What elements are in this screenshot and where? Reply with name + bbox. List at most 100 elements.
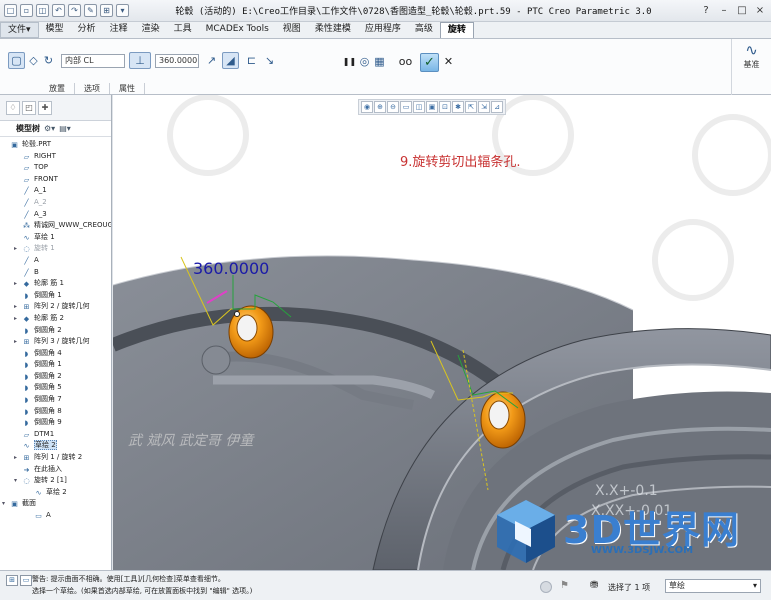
tree-node[interactable]: ▸ ◆ 轮廓 筋 1 — [0, 278, 111, 290]
tree-node[interactable]: ▭ A — [0, 510, 111, 522]
tree-node[interactable]: ◗ 倒圆角 8 — [0, 406, 111, 418]
angle-dimension[interactable]: 360.0000 — [193, 259, 269, 278]
perspective-icon[interactable]: ⊿ — [491, 101, 503, 113]
tree-node[interactable]: ▣ 轮毂.PRT — [0, 139, 111, 151]
tab-flexible-modeling[interactable]: 柔性建模 — [308, 22, 358, 38]
display-style-icon[interactable]: ▣ — [426, 101, 438, 113]
tree-node[interactable]: ⁂ 精诚网_WWW_CREOUG_COM — [0, 220, 111, 232]
tree-node[interactable]: ◗ 倒圆角 1 — [0, 359, 111, 371]
tree-node[interactable]: ∿ 草绘 1 — [0, 232, 111, 244]
help-icon[interactable]: ? — [698, 4, 714, 18]
tab-properties[interactable]: 属性 — [110, 83, 145, 94]
thicken-icon[interactable]: ⊏ — [243, 52, 260, 69]
tab-file[interactable]: 文件▾ — [0, 22, 39, 38]
ok-button[interactable]: ✓ — [420, 53, 439, 72]
settings-icon[interactable]: ⚙▾ — [44, 124, 55, 133]
tab-mcadex[interactable]: MCADEx Tools — [199, 22, 276, 38]
expand-toggle-icon[interactable]: ▸ — [12, 313, 19, 325]
flip-direction-icon[interactable]: ↗ — [203, 52, 220, 69]
tree-node[interactable]: ▱ TOP — [0, 162, 111, 174]
expand-toggle-icon[interactable]: ▸ — [12, 301, 19, 313]
annotation-display-icon[interactable]: ⇱ — [465, 101, 477, 113]
filter-dropdown[interactable]: 草绘 ▾ — [665, 579, 761, 593]
tree-node[interactable]: ∿ 草绘 2 — [0, 487, 111, 499]
repaint-icon[interactable]: ▭ — [400, 101, 412, 113]
show-icon[interactable]: ▤▾ — [59, 124, 71, 133]
cancel-button[interactable]: ✕ — [440, 53, 457, 70]
undo-icon[interactable]: ↶ — [52, 4, 65, 17]
view-manager-icon[interactable]: ⊡ — [439, 101, 451, 113]
tab-options[interactable]: 选项 — [75, 83, 110, 94]
tree-node[interactable]: ◗ 倒圆角 2 — [0, 371, 111, 383]
tree-node[interactable]: ▱ RIGHT — [0, 151, 111, 163]
tree-node[interactable]: ◗ 倒圆角 1 — [0, 290, 111, 302]
verify-icon[interactable]: oo — [397, 53, 414, 70]
new-file-icon[interactable]: □ — [4, 4, 17, 17]
angle-type-icon[interactable]: ⊥ — [129, 52, 151, 69]
tree-node[interactable]: ➜ 在此插入 — [0, 464, 111, 476]
status-icon-2[interactable]: ▭ — [20, 575, 32, 586]
axis-icon[interactable]: ↻ — [40, 52, 57, 69]
tree-node[interactable]: ◗ 倒圆角 9 — [0, 417, 111, 429]
expand-toggle-icon[interactable]: ▾ — [12, 475, 19, 487]
angle-input[interactable]: 360.0000 — [155, 54, 199, 68]
preview-icon[interactable]: ▦ — [371, 53, 388, 70]
tree-node[interactable]: ╱ A_2 — [0, 197, 111, 209]
datum-display-icon[interactable]: ✱ — [452, 101, 464, 113]
maximize-button[interactable]: □ — [734, 4, 750, 18]
folder-browser-tab-icon[interactable]: ◰ — [22, 100, 36, 115]
status-icon-1[interactable]: ⊞ — [6, 575, 18, 586]
tree-node[interactable]: ▱ FRONT — [0, 174, 111, 186]
close-button[interactable]: × — [752, 4, 768, 18]
expand-toggle-icon[interactable]: ▸ — [12, 243, 19, 255]
axis-field[interactable]: 内部 CL — [61, 54, 125, 68]
tree-node[interactable]: ▸ ⊞ 阵列 3 / 旋转几何 — [0, 336, 111, 348]
minimize-button[interactable]: – — [716, 4, 732, 18]
solid-icon[interactable]: ▢ — [8, 52, 25, 69]
graphics-area[interactable]: ◉ ⊕ ⊖ ▭ ◫ ▣ ⊡ ✱ ⇱ ⇲ ⊿ 9.旋转剪切出辐条孔. 360.00… — [113, 95, 771, 570]
refit-icon[interactable]: ◉ — [361, 101, 373, 113]
tree-node[interactable]: ▸ ◆ 轮廓 筋 2 — [0, 313, 111, 325]
tab-annotate[interactable]: 注释 — [103, 22, 135, 38]
tree-node[interactable]: ∿ 草绘 2 — [0, 440, 111, 452]
open-file-icon[interactable]: ▫ — [20, 4, 33, 17]
expand-toggle-icon[interactable]: ▸ — [12, 452, 19, 464]
tree-node[interactable]: ╱ B — [0, 267, 111, 279]
saved-views-icon[interactable]: ◫ — [413, 101, 425, 113]
datum-label[interactable]: 基准 — [732, 59, 771, 70]
smart-selection-icon[interactable]: ⛃ — [590, 580, 598, 591]
redo-icon[interactable]: ↷ — [68, 4, 81, 17]
tab-tools[interactable]: 工具 — [167, 22, 199, 38]
tab-applications[interactable]: 应用程序 — [358, 22, 408, 38]
tab-advanced[interactable]: 高级 — [408, 22, 440, 38]
tree-node[interactable]: ▸ ⊞ 阵列 2 / 旋转几何 — [0, 301, 111, 313]
zoom-in-icon[interactable]: ⊕ — [374, 101, 386, 113]
flag-icon[interactable]: ⚑ — [560, 580, 569, 591]
favorites-tab-icon[interactable]: ✚ — [38, 100, 52, 115]
spin-center-icon[interactable]: ⇲ — [478, 101, 490, 113]
model-tree-tab-icon[interactable]: ♢ — [6, 100, 20, 115]
remove-material-icon[interactable]: ◢ — [222, 52, 239, 69]
regenerate-icon[interactable]: ✎ — [84, 4, 97, 17]
flip-material-icon[interactable]: ↘ — [261, 52, 278, 69]
customize-dropdown-icon[interactable]: ▾ — [116, 4, 129, 17]
tab-revolve[interactable]: 旋转 — [439, 22, 474, 38]
tree-node[interactable]: ▾ ▣ 截面 — [0, 498, 111, 510]
tab-view[interactable]: 视图 — [276, 22, 308, 38]
tab-render[interactable]: 渲染 — [135, 22, 167, 38]
tree-node[interactable]: ◗ 倒圆角 5 — [0, 382, 111, 394]
expand-toggle-icon[interactable]: ▾ — [0, 498, 7, 510]
expand-toggle-icon[interactable]: ▸ — [12, 336, 19, 348]
tab-placement[interactable]: 放置 — [40, 83, 75, 94]
tree-node[interactable]: ▱ DTM1 — [0, 429, 111, 441]
tree-node[interactable]: ◗ 倒圆角 7 — [0, 394, 111, 406]
tree-node[interactable]: ◗ 倒圆角 4 — [0, 348, 111, 360]
tree-node[interactable]: ▾ ◌ 旋转 2 [1] — [0, 475, 111, 487]
tree-node[interactable]: ◗ 倒圆角 2 — [0, 325, 111, 337]
tab-analysis[interactable]: 分析 — [71, 22, 103, 38]
expand-toggle-icon[interactable]: ▸ — [12, 278, 19, 290]
tree-node[interactable]: ╱ A_1 — [0, 185, 111, 197]
windows-icon[interactable]: ⊞ — [100, 4, 113, 17]
tree-node[interactable]: ╱ A_3 — [0, 209, 111, 221]
tab-model[interactable]: 模型 — [39, 22, 71, 38]
